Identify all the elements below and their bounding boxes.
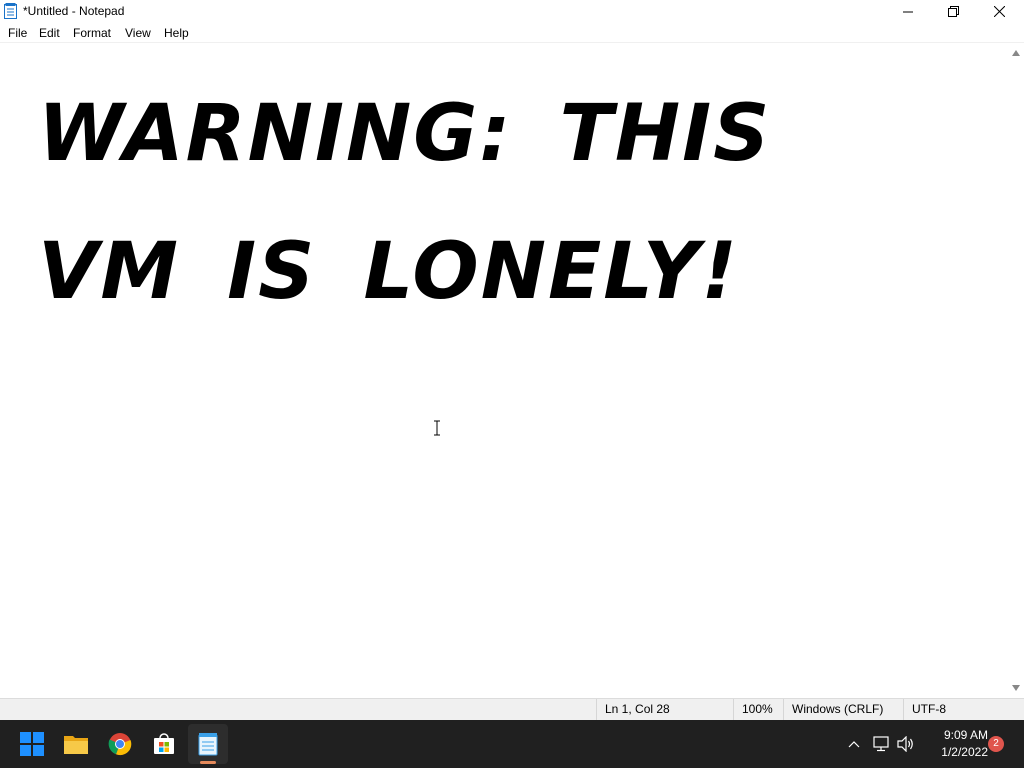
close-icon xyxy=(993,6,1005,17)
menu-file[interactable]: File xyxy=(8,25,27,41)
status-encoding: UTF-8 xyxy=(903,699,1008,720)
windows-start-icon xyxy=(20,732,44,756)
active-app-indicator xyxy=(200,761,216,764)
menu-view[interactable]: View xyxy=(125,25,151,41)
text-editor[interactable]: WARNING: THIS VM IS LONELY! xyxy=(0,43,1008,698)
status-bar: Ln 1, Col 28 100% Windows (CRLF) UTF-8 xyxy=(0,698,1024,720)
status-cursor-position: Ln 1, Col 28 xyxy=(596,699,732,720)
chevron-up-icon xyxy=(848,741,860,748)
editor-content[interactable]: WARNING: THIS VM IS LONELY! xyxy=(38,65,998,341)
status-zoom: 100% xyxy=(733,699,783,720)
taskbar: 9:09 AM 1/2/2022 2 xyxy=(0,720,1024,768)
menu-bar: File Edit Format View Help xyxy=(0,23,1024,43)
taskbar-chrome[interactable] xyxy=(100,724,140,764)
restore-icon xyxy=(947,6,959,17)
window-title: *Untitled - Notepad xyxy=(23,4,125,18)
minimize-button[interactable] xyxy=(885,0,931,23)
taskbar-store[interactable] xyxy=(144,724,184,764)
clock-time: 9:09 AM xyxy=(943,728,988,742)
speaker-icon xyxy=(897,736,913,752)
text-cursor-icon xyxy=(434,420,440,436)
file-explorer-icon xyxy=(64,736,88,754)
scroll-down-icon[interactable] xyxy=(1012,684,1020,692)
status-line-ending: Windows (CRLF) xyxy=(783,699,903,720)
close-button[interactable] xyxy=(976,0,1022,23)
restore-button[interactable] xyxy=(930,0,976,23)
network-icon xyxy=(873,736,889,752)
show-hidden-icons-button[interactable] xyxy=(844,734,864,754)
menu-format[interactable]: Format xyxy=(73,25,111,41)
chrome-icon xyxy=(108,733,132,756)
volume-button[interactable] xyxy=(896,734,916,754)
vertical-scrollbar[interactable] xyxy=(1008,43,1024,698)
minimize-icon xyxy=(903,11,913,12)
title-bar[interactable]: *Untitled - Notepad xyxy=(0,0,1024,23)
menu-help[interactable]: Help xyxy=(164,25,189,41)
store-icon xyxy=(154,733,174,754)
scroll-up-icon[interactable] xyxy=(1012,49,1020,57)
clock[interactable]: 9:09 AM 1/2/2022 xyxy=(926,727,988,761)
menu-edit[interactable]: Edit xyxy=(39,25,60,41)
notepad-icon xyxy=(198,733,218,756)
notification-badge[interactable]: 2 xyxy=(988,736,1004,752)
network-button[interactable] xyxy=(872,734,892,754)
clock-date: 1/2/2022 xyxy=(941,745,988,759)
notepad-icon xyxy=(4,3,17,19)
start-button[interactable] xyxy=(12,724,52,764)
taskbar-file-explorer[interactable] xyxy=(56,724,96,764)
taskbar-notepad[interactable] xyxy=(188,724,228,764)
